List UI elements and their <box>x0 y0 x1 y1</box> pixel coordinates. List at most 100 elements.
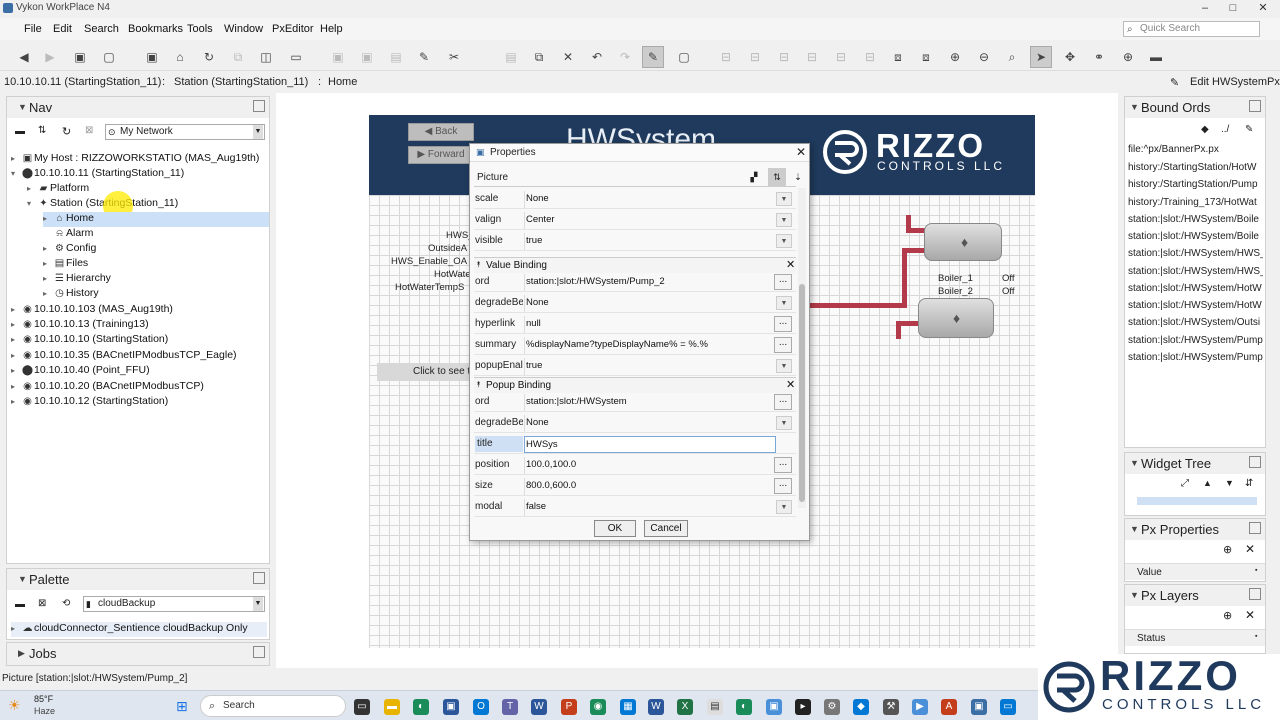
dialog-scrollbar[interactable] <box>798 188 806 508</box>
word-icon[interactable]: W <box>531 699 547 715</box>
label-hotwater[interactable]: HotWate <box>434 269 471 280</box>
tree-item-station-13[interactable]: ▸ ◉ 10.10.10.13 (Training13) <box>11 318 149 333</box>
delete-icon[interactable]: ✕ <box>560 49 576 65</box>
save-all-icon[interactable]: ▣ <box>359 49 375 65</box>
expand-icon[interactable]: ▶ <box>18 648 25 659</box>
dialog-close-icon[interactable]: ✕ <box>796 145 806 159</box>
menu-tools[interactable]: Tools <box>187 23 213 35</box>
prop-value-hyperlink[interactable]: null <box>524 316 776 333</box>
bring-front-icon[interactable]: ⧈ <box>890 49 906 65</box>
word-doc-icon[interactable]: W <box>648 699 664 715</box>
refresh-icon[interactable]: ⟲ <box>62 598 70 609</box>
tree-item-station-12[interactable]: ▸ ◉ 10.10.10.12 (StartingStation) <box>11 395 168 410</box>
down-arrow-icon[interactable]: ▼ <box>1225 478 1234 488</box>
outlook-icon[interactable]: O <box>473 699 489 715</box>
folder-icon[interactable]: ▬ <box>15 126 25 137</box>
weather-temp[interactable]: 85°F <box>34 694 53 704</box>
add-icon[interactable]: ⊕ <box>1120 49 1136 65</box>
nav-icon[interactable]: ▣ <box>72 49 88 65</box>
bound-ord-item[interactable]: history:/StartingStation/Pump <box>1128 179 1263 190</box>
shape-tool-icon[interactable]: ▢ <box>676 49 692 65</box>
workplace-icon[interactable]: ▣ <box>971 699 987 715</box>
maximize-button[interactable]: □ <box>1218 0 1248 16</box>
remove-binding-icon[interactable]: ✕ <box>786 378 795 391</box>
bound-ord-item[interactable]: station:|slot:/HWSystem/Boile <box>1128 231 1263 242</box>
column-menu-icon[interactable]: ▪ <box>1255 567 1257 574</box>
align-left-icon[interactable]: ⊟ <box>718 49 734 65</box>
tool-icon[interactable]: ⚒ <box>883 699 899 715</box>
ellipsis-button[interactable]: ... <box>774 394 792 410</box>
cut-icon[interactable]: ✂ <box>446 49 462 65</box>
vpn-icon[interactable]: ◆ <box>853 699 869 715</box>
duplicate-icon[interactable]: ⧉ <box>531 49 547 65</box>
prop-value-popup-enabled[interactable]: true <box>524 358 776 375</box>
chevron-down-icon[interactable]: ▼ <box>776 359 792 373</box>
quick-search-input[interactable]: ⌕ Quick Search <box>1123 21 1260 37</box>
sort-icon[interactable]: ⇅ <box>768 168 786 186</box>
chevron-down-icon[interactable]: ▼ <box>776 192 792 206</box>
back-nav-button[interactable]: ◀ Back <box>408 123 474 141</box>
label-outside-air[interactable]: OutsideA <box>428 243 467 254</box>
prop-value-valign[interactable]: Center <box>524 212 776 229</box>
value-binding-header[interactable]: ⯭ Value Binding ✕ <box>474 257 796 273</box>
minimize-button[interactable]: – <box>1190 0 1220 16</box>
bound-ord-item[interactable]: station:|slot:/HWSystem/HWS_ <box>1128 248 1263 259</box>
palette-select[interactable]: ▮ cloudBackup ▼ <box>83 596 265 612</box>
tab-picture[interactable]: Picture <box>477 172 508 183</box>
terminal-icon[interactable]: ▸ <box>795 699 811 715</box>
tree-item-station-103[interactable]: ▸ ◉ 10.10.10.103 (MAS_Aug19th) <box>11 303 173 318</box>
save-dim-icon[interactable]: ▣ <box>330 49 346 65</box>
tree-item-station-40[interactable]: ▸ ⬤10.10.10.40 (Point_FFU) <box>11 364 150 379</box>
bound-ord-item[interactable]: station:|slot:/HWSystem/HotW <box>1128 300 1263 311</box>
prop-value-visible[interactable]: true <box>524 233 776 250</box>
settings-icon[interactable]: ⚙ <box>824 699 840 715</box>
link-icon[interactable]: ⚭ <box>1091 49 1107 65</box>
sidebar-icon[interactable]: ◫ <box>258 49 274 65</box>
ellipsis-button[interactable]: ... <box>774 457 792 473</box>
add-icon[interactable]: ⊕ <box>1223 609 1232 622</box>
file-explorer-icon[interactable]: ▬ <box>384 699 400 715</box>
maximize-panel-icon[interactable] <box>1249 100 1261 112</box>
align-middle-icon[interactable]: ⊟ <box>833 49 849 65</box>
title-input[interactable]: HWSys <box>524 436 776 453</box>
menu-file[interactable]: File <box>24 23 42 35</box>
tree-item-station-35[interactable]: ▸ ◉ 10.10.10.35 (BACnetIPModbusTCP_Eagle) <box>11 349 237 364</box>
prop-value-position[interactable]: 100.0,100.0 <box>524 457 776 474</box>
collapse-icon[interactable]: ▼ <box>1130 102 1139 112</box>
menu-search[interactable]: Search <box>84 23 119 35</box>
ellipsis-button[interactable]: ... <box>774 337 792 353</box>
close-window-button[interactable]: ✕ <box>1248 0 1278 16</box>
bound-ord-item[interactable]: station:|slot:/HWSystem/Pump <box>1128 335 1263 346</box>
tree-item-alarm[interactable]: ⍾ Alarm <box>43 227 93 242</box>
align-bottom-icon[interactable]: ⊟ <box>862 49 878 65</box>
expand-icon[interactable]: ⤢ <box>1181 478 1189 489</box>
tree-item-myhost[interactable]: ▸ ▣ My Host : RIZZOWORKSTATIO (MAS_Aug19th… <box>11 152 259 167</box>
chevron-down-icon[interactable]: ▼ <box>776 213 792 227</box>
maximize-panel-icon[interactable] <box>1249 456 1261 468</box>
export-icon[interactable]: ▤ <box>388 49 404 65</box>
view-icon[interactable]: ▢ <box>101 49 117 65</box>
teams-icon[interactable]: T <box>502 699 518 715</box>
label-hotwater-temp[interactable]: HotWaterTempS <box>395 282 464 293</box>
store-icon[interactable]: ▣ <box>443 699 459 715</box>
save-icon[interactable]: ▣ <box>144 49 160 65</box>
label-hws-enable[interactable]: HWS_Enable_OA <box>391 256 467 267</box>
taskbar-search[interactable]: ⌕ Search <box>200 695 346 717</box>
breadcrumb-home[interactable]: Home <box>328 76 357 88</box>
tree-item-config[interactable]: ▸ ⚙ Config <box>43 242 96 257</box>
collapse-icon[interactable]: ▼ <box>18 102 27 112</box>
up-arrow-icon[interactable]: ▲ <box>1203 478 1212 488</box>
breadcrumb-station[interactable]: Station (StartingStation_11) <box>174 76 308 88</box>
powerpoint-icon[interactable]: P <box>561 699 577 715</box>
tree-item-station-11[interactable]: ▾ ⬤10.10.10.11 (StartingStation_11) <box>11 167 184 182</box>
browser-icon[interactable]: ◐ <box>736 699 752 715</box>
tree-icon[interactable]: ⇅ <box>38 125 46 136</box>
maximize-panel-icon[interactable] <box>1249 588 1261 600</box>
maximize-panel-icon[interactable] <box>1249 522 1261 534</box>
prop-value-summary[interactable]: %displayName?typeDisplayName% = %.% <box>524 337 776 354</box>
align-center-icon[interactable]: ⊟ <box>747 49 763 65</box>
paste-icon[interactable]: ▤ <box>503 49 519 65</box>
menu-bookmarks[interactable]: Bookmarks <box>128 23 183 35</box>
chevron-down-icon[interactable]: ▼ <box>776 500 792 514</box>
refresh-icon[interactable]: ↻ <box>201 49 217 65</box>
